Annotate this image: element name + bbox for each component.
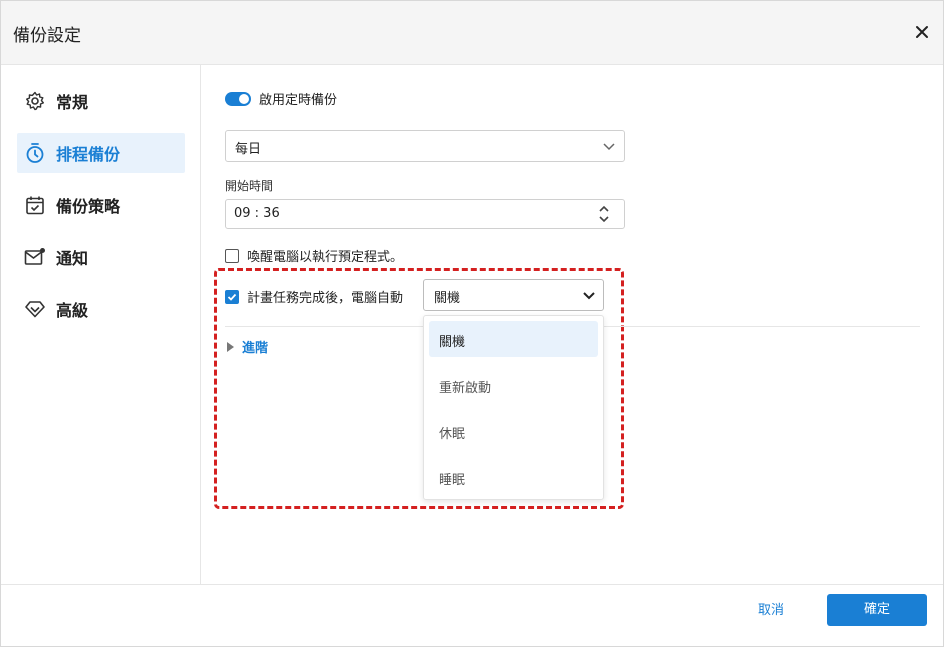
backup-settings-dialog: 備份設定 常規 排程備份 備份策略 通知 高級 啟用定時備份 每日 開始時間 0… <box>0 0 944 647</box>
wake-computer-label: 喚醒電腦以執行預定程式。 <box>247 250 404 265</box>
gear-icon <box>24 90 46 112</box>
dialog-title: 備份設定 <box>13 26 81 46</box>
sidebar-item-label: 常規 <box>56 93 89 112</box>
sidebar-item-general[interactable]: 常規 <box>17 81 185 121</box>
sidebar-item-schedule[interactable]: 排程備份 <box>17 133 185 173</box>
sidebar-item-notification[interactable]: 通知 <box>17 237 185 277</box>
sidebar-item-advanced[interactable]: 高級 <box>17 289 185 329</box>
time-spinner-icon[interactable] <box>598 204 610 224</box>
enable-schedule-toggle[interactable] <box>225 91 251 106</box>
enable-schedule-row: 啟用定時備份 <box>225 89 337 108</box>
after-task-row: 計畫任務完成後，電腦自動 <box>225 287 403 306</box>
ok-button[interactable]: 確定 <box>827 594 927 626</box>
cancel-button[interactable]: 取消 <box>733 595 809 627</box>
checkmark-icon <box>227 293 237 301</box>
sidebar-item-label: 備份策略 <box>56 197 121 216</box>
after-task-checkbox[interactable] <box>225 289 239 304</box>
wake-computer-row: 喚醒電腦以執行預定程式。 <box>225 246 403 265</box>
title-bar: 備份設定 <box>1 1 943 65</box>
frequency-select[interactable]: 每日 <box>225 130 625 162</box>
after-task-action-value: 關機 <box>434 291 461 306</box>
sidebar: 常規 排程備份 備份策略 通知 高級 <box>1 65 201 584</box>
schedule-panel: 啟用定時備份 每日 開始時間 09 : 36 喚醒電腦以執行預定程式。 計畫任務… <box>201 65 943 584</box>
dialog-footer: 取消 確定 <box>1 584 943 647</box>
after-task-label: 計畫任務完成後，電腦自動 <box>247 291 404 306</box>
frequency-value: 每日 <box>235 142 262 157</box>
advanced-toggle[interactable]: 進階 <box>227 337 268 356</box>
close-icon <box>916 26 928 38</box>
sidebar-item-label: 高級 <box>56 301 89 320</box>
wake-computer-checkbox[interactable] <box>225 248 239 263</box>
timer-icon <box>24 142 46 164</box>
after-task-action-select[interactable]: 關機 <box>423 279 604 311</box>
start-time-input[interactable]: 09 : 36 <box>225 199 625 229</box>
enable-schedule-label: 啟用定時備份 <box>259 93 338 108</box>
advanced-label: 進階 <box>242 341 269 356</box>
sidebar-item-label: 排程備份 <box>56 145 121 164</box>
start-time-value: 09 : 36 <box>234 206 280 221</box>
expand-triangle-icon <box>227 341 234 352</box>
dropdown-option[interactable]: 睡眠 <box>429 459 598 495</box>
sidebar-item-backup-strategy[interactable]: 備份策略 <box>17 185 185 225</box>
after-task-dropdown-menu: 關機 重新啟動 休眠 睡眠 <box>423 315 604 500</box>
diamond-icon <box>24 298 46 320</box>
chevron-down-icon <box>603 143 615 151</box>
calendar-check-icon <box>24 194 46 216</box>
chevron-down-icon <box>583 292 595 300</box>
sidebar-item-label: 通知 <box>56 249 89 268</box>
start-time-label: 開始時間 <box>225 179 274 193</box>
mail-icon <box>24 246 46 268</box>
dropdown-option[interactable]: 重新啟動 <box>429 367 598 403</box>
close-button[interactable] <box>911 21 933 43</box>
dropdown-option[interactable]: 關機 <box>429 321 598 357</box>
dropdown-option[interactable]: 休眠 <box>429 413 598 449</box>
